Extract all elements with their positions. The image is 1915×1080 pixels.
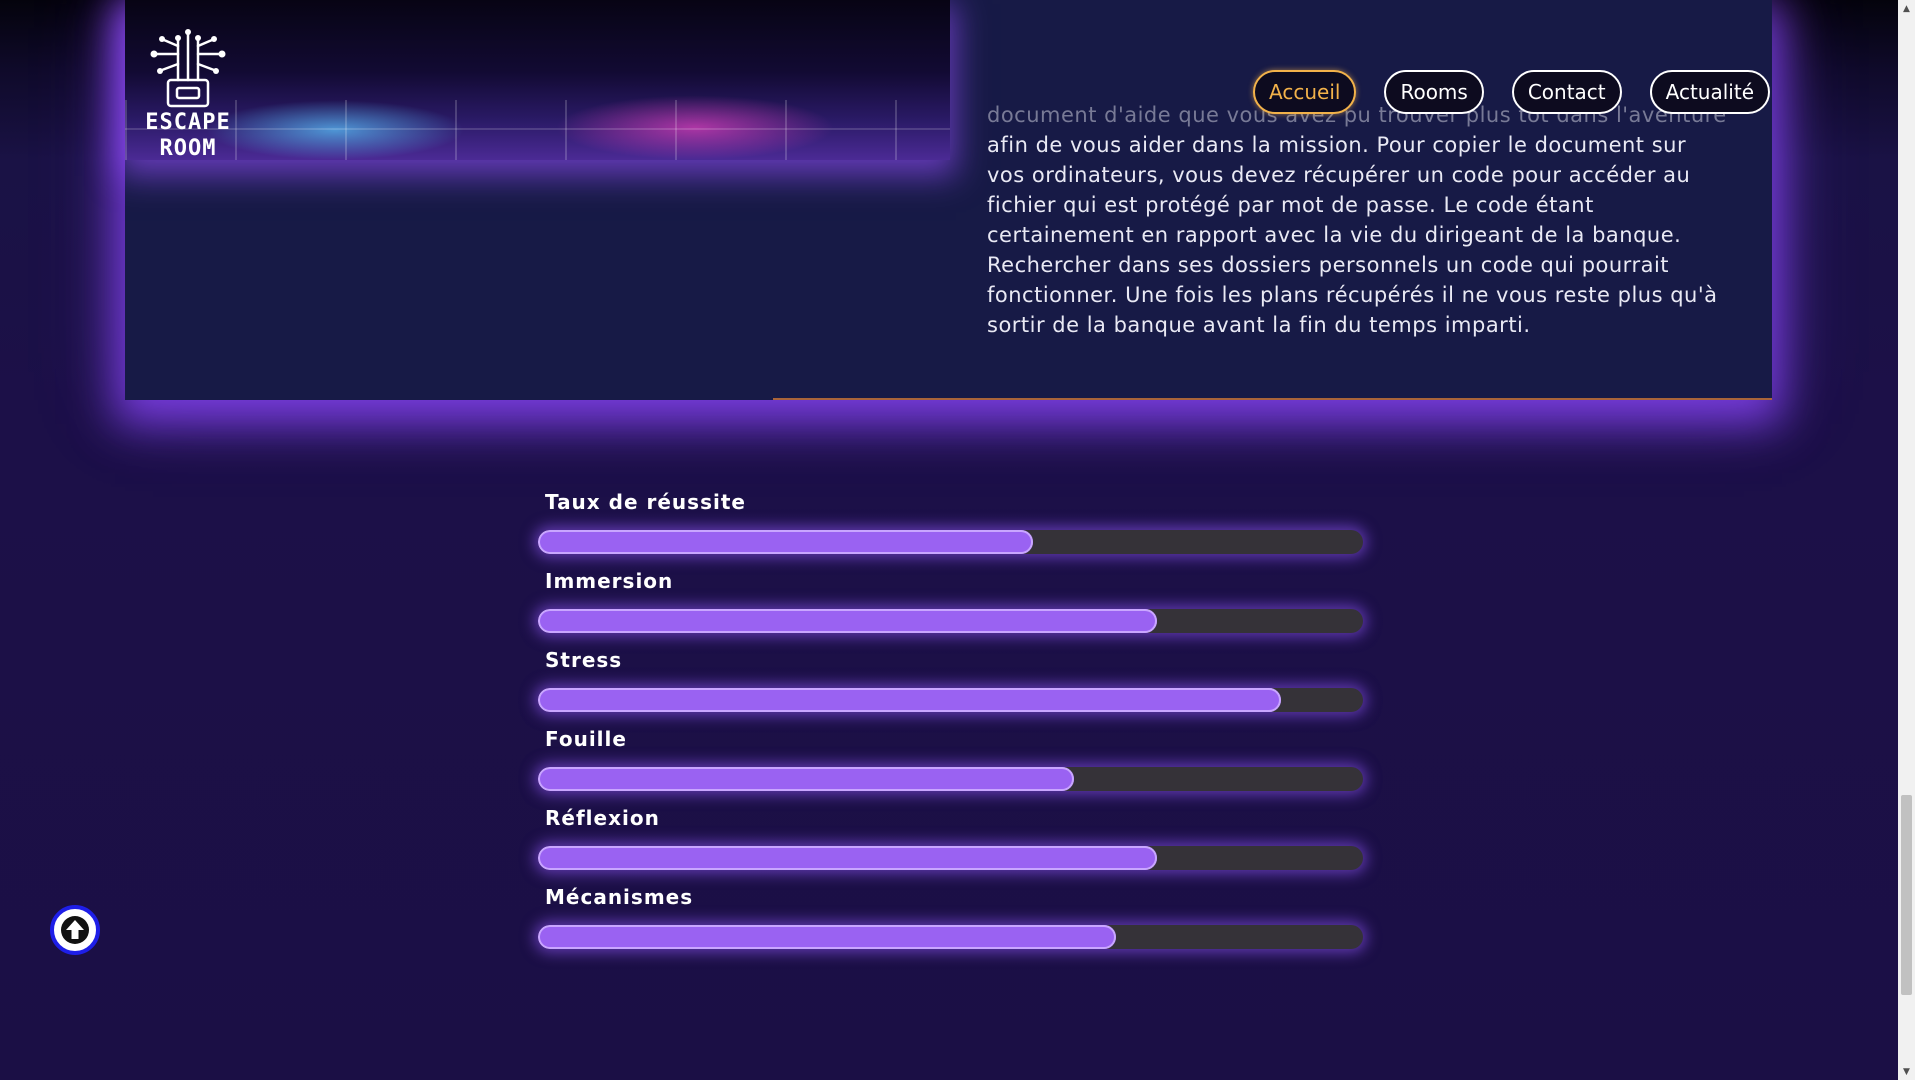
stat-bar-track	[538, 925, 1363, 949]
stat-bar-fill	[538, 609, 1157, 633]
room-description: document d'aide que vous avez pu trouver…	[987, 100, 1747, 340]
stat-label: Mécanismes	[545, 885, 694, 909]
description-line: fichier qui est protégé par mot de passe…	[987, 193, 1594, 217]
main-nav: Accueil Rooms Contact Actualité	[1253, 70, 1770, 114]
stat-bar-fill	[538, 688, 1281, 712]
logo-text: ESCAPE ROOM	[126, 110, 250, 162]
scrollbar-thumb[interactable]	[1901, 795, 1912, 995]
back-to-top-button[interactable]	[50, 905, 100, 955]
stat-bar-fill	[538, 767, 1075, 791]
nav-rooms-button[interactable]: Rooms	[1384, 70, 1484, 114]
scroll-down-arrow-icon[interactable]: ▼	[1898, 1063, 1915, 1080]
nav-contact-button[interactable]: Contact	[1511, 70, 1622, 114]
description-line: vos ordinateurs, vous devez récupérer un…	[987, 163, 1691, 187]
stat-bar-fill	[538, 846, 1157, 870]
stat-bar-track	[538, 609, 1363, 633]
escape-room-logo[interactable]: ESCAPE ROOM	[126, 28, 250, 164]
logo-text-line1: ESCAPE	[145, 110, 231, 135]
stat-bar-track	[538, 530, 1363, 554]
stat-label: Fouille	[545, 727, 627, 751]
stat-label: Taux de réussite	[545, 490, 746, 514]
stat-label: Stress	[545, 648, 623, 672]
stat-label: Réflexion	[545, 806, 660, 830]
description-line: sortir de la banque avant la fin du temp…	[987, 313, 1531, 337]
stat-label: Immersion	[545, 569, 674, 593]
arrow-up-circle-icon	[61, 916, 89, 944]
page: document d'aide que vous avez pu trouver…	[0, 0, 1915, 1080]
stat-reflexion: Réflexion	[538, 806, 1363, 885]
nav-accueil-button[interactable]: Accueil	[1253, 70, 1357, 114]
stat-immersion: Immersion	[538, 569, 1363, 648]
description-line: certainement en rapport avec la vie du d…	[987, 223, 1682, 247]
card-underline	[773, 398, 1772, 400]
stat-bar-fill	[538, 530, 1033, 554]
circuit-chip-icon	[150, 29, 226, 108]
stat-mecanismes: Mécanismes	[538, 885, 1363, 964]
description-line: fonctionner. Une fois les plans récupéré…	[987, 283, 1718, 307]
scroll-up-arrow-icon[interactable]: ▲	[1898, 0, 1915, 17]
room-card: document d'aide que vous avez pu trouver…	[125, 0, 1772, 400]
logo-text-line2: ROOM	[159, 136, 217, 161]
stat-taux-de-reussite: Taux de réussite	[538, 490, 1363, 569]
page-scrollbar[interactable]: ▲ ▼	[1898, 0, 1915, 1080]
room-stats: Taux de réussite Immersion Stress Fouill…	[538, 490, 1363, 964]
stat-bar-fill	[538, 925, 1116, 949]
nav-actualite-button[interactable]: Actualité	[1649, 70, 1770, 114]
stat-stress: Stress	[538, 648, 1363, 727]
stat-fouille: Fouille	[538, 727, 1363, 806]
stat-bar-track	[538, 767, 1363, 791]
stat-bar-track	[538, 846, 1363, 870]
description-line: Rechercher dans ses dossiers personnels …	[987, 253, 1670, 277]
stat-bar-track	[538, 688, 1363, 712]
description-line: afin de vous aider dans la mission. Pour…	[987, 133, 1687, 157]
